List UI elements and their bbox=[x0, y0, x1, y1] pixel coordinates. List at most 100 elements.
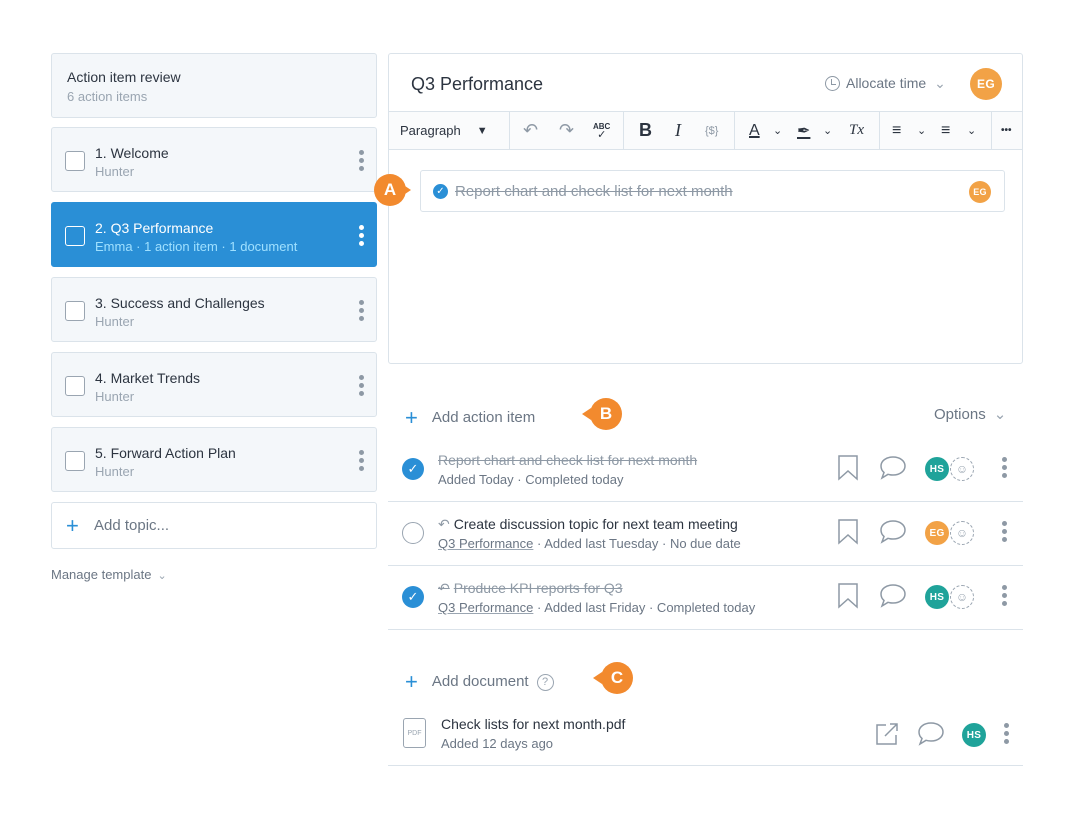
editor-toolbar: Paragraph ▼ ↶ ↷ ABC ✓ B I {$} A ⌄ ✒ ⌄ Tx … bbox=[389, 111, 1022, 150]
chevron-down-icon[interactable]: ⌄ bbox=[773, 112, 782, 149]
add-assignee-icon[interactable]: ☺ bbox=[950, 585, 974, 609]
toolbar-divider bbox=[879, 112, 880, 149]
help-icon[interactable]: ? bbox=[536, 674, 554, 691]
more-icon[interactable]: ••• bbox=[1001, 112, 1012, 149]
check-circle-icon: ✓ bbox=[433, 184, 448, 199]
topic-checkbox[interactable] bbox=[65, 301, 85, 321]
inline-action-item-avatar: EG bbox=[969, 181, 991, 203]
document-row[interactable]: PDF Check lists for next month.pdf Added… bbox=[388, 704, 1023, 766]
agenda-summary-card[interactable]: Action item review 6 action items bbox=[51, 53, 377, 118]
topic-item-forward-action-plan[interactable]: 5. Forward Action Plan Hunter bbox=[51, 427, 377, 492]
topic-item-q3-performance[interactable]: 2. Q3 Performance Emma · 1 action item ·… bbox=[51, 202, 377, 267]
topic-checkbox[interactable] bbox=[65, 151, 85, 171]
topic-editor-panel: Q3 Performance Allocate time ⌄ EG Paragra… bbox=[388, 53, 1023, 364]
callout-marker-a: A bbox=[374, 174, 411, 206]
toolbar-divider bbox=[623, 112, 624, 149]
chevron-down-icon[interactable]: ⌄ bbox=[917, 112, 926, 149]
add-assignee-icon[interactable]: ☺ bbox=[950, 521, 974, 545]
topic-title: 2. Q3 Performance bbox=[95, 220, 214, 236]
open-external-icon[interactable] bbox=[874, 721, 900, 747]
highlight-icon[interactable]: ✒ bbox=[797, 112, 810, 149]
topic-subtitle: Hunter bbox=[95, 464, 135, 479]
comment-icon[interactable] bbox=[917, 721, 945, 747]
toolbar-divider bbox=[991, 112, 992, 149]
chevron-down-icon[interactable]: ⌄ bbox=[823, 112, 832, 149]
more-options-icon[interactable] bbox=[358, 450, 364, 474]
bold-button[interactable]: B bbox=[639, 112, 652, 149]
options-dropdown[interactable]: Options ⌄ bbox=[934, 405, 1006, 423]
bookmark-icon[interactable] bbox=[837, 583, 859, 609]
manage-template-link[interactable]: Manage template ⌄ bbox=[51, 567, 167, 582]
numbered-list-icon[interactable]: ≡ bbox=[941, 112, 950, 149]
add-topic-button[interactable]: + Add topic... bbox=[51, 502, 377, 549]
callout-marker-b: B bbox=[582, 398, 622, 430]
action-item-row[interactable]: ✓ ↶ Produce KPI reports for Q3 Q3 Perform… bbox=[388, 566, 1023, 630]
owner-avatar[interactable]: EG bbox=[970, 68, 1002, 100]
add-document-button[interactable]: + Add document? bbox=[405, 669, 554, 695]
chevron-down-icon[interactable]: ⌄ bbox=[967, 112, 976, 149]
topic-checkbox[interactable] bbox=[65, 376, 85, 396]
bookmark-icon[interactable] bbox=[837, 519, 859, 545]
assignee-avatar[interactable]: HS bbox=[925, 585, 949, 609]
action-item-row[interactable]: ↶ Create discussion topic for next team m… bbox=[388, 502, 1023, 566]
more-options-icon[interactable] bbox=[1002, 457, 1007, 481]
more-options-icon[interactable] bbox=[358, 225, 364, 249]
inline-action-item-text: Report chart and check list for next mon… bbox=[455, 183, 733, 200]
action-item-title[interactable]: Report chart and check list for next mon… bbox=[438, 452, 697, 468]
document-name[interactable]: Check lists for next month.pdf bbox=[441, 716, 625, 732]
bulleted-list-icon[interactable]: ≡ bbox=[892, 112, 901, 149]
topic-checkbox[interactable] bbox=[65, 226, 85, 246]
topic-checkbox[interactable] bbox=[65, 451, 85, 471]
topic-title: 5. Forward Action Plan bbox=[95, 445, 236, 461]
bookmark-icon[interactable] bbox=[837, 455, 859, 481]
action-item-meta: Added Today · Completed today bbox=[438, 472, 624, 487]
comment-icon[interactable] bbox=[879, 519, 907, 545]
paragraph-format-select[interactable]: Paragraph ▼ bbox=[400, 112, 488, 149]
inline-action-item[interactable]: ✓ Report chart and check list for next m… bbox=[420, 170, 1005, 212]
check-circle-icon[interactable]: ✓ bbox=[402, 586, 424, 608]
action-item-row[interactable]: ✓ Report chart and check list for next m… bbox=[388, 438, 1023, 502]
undo-icon[interactable]: ↶ bbox=[523, 112, 538, 149]
redo-icon[interactable]: ↷ bbox=[559, 112, 574, 149]
document-meta: Added 12 days ago bbox=[441, 736, 554, 751]
italic-button[interactable]: I bbox=[675, 112, 681, 149]
more-options-icon[interactable] bbox=[358, 150, 364, 174]
check-circle-icon[interactable]: ✓ bbox=[402, 458, 424, 480]
topic-title: 4. Market Trends bbox=[95, 370, 201, 386]
more-options-icon[interactable] bbox=[1004, 723, 1009, 747]
assignee-avatar[interactable]: HS bbox=[925, 457, 949, 481]
document-owner-avatar[interactable]: HS bbox=[962, 723, 986, 747]
comment-icon[interactable] bbox=[879, 455, 907, 481]
more-options-icon[interactable] bbox=[1002, 585, 1007, 609]
action-item-title[interactable]: ↶ Create discussion topic for next team m… bbox=[438, 516, 738, 533]
undo-icon: ↶ bbox=[438, 516, 450, 532]
comment-icon[interactable] bbox=[879, 583, 907, 609]
action-item-title[interactable]: ↶ Produce KPI reports for Q3 bbox=[438, 580, 623, 597]
topic-item-welcome[interactable]: 1. Welcome Hunter bbox=[51, 127, 377, 192]
action-item-meta: Q3 Performance · Added last Friday · Com… bbox=[438, 600, 755, 615]
plus-icon: + bbox=[405, 669, 418, 694]
add-action-item-button[interactable]: + Add action item bbox=[405, 405, 535, 431]
code-button[interactable]: {$} bbox=[705, 112, 718, 149]
topic-item-success-and-challenges[interactable]: 3. Success and Challenges Hunter bbox=[51, 277, 377, 342]
add-action-item-label: Add action item bbox=[431, 409, 536, 426]
allocate-time-dropdown[interactable]: Allocate time ⌄ bbox=[825, 75, 946, 92]
more-options-icon[interactable] bbox=[1002, 521, 1007, 545]
chevron-down-icon: ⌄ bbox=[993, 406, 1007, 423]
more-options-icon[interactable] bbox=[358, 300, 364, 324]
more-options-icon[interactable] bbox=[358, 375, 364, 399]
action-item-topic-link[interactable]: Q3 Performance bbox=[438, 536, 533, 551]
add-assignee-icon[interactable]: ☺ bbox=[950, 457, 974, 481]
topic-subtitle: Hunter bbox=[95, 389, 135, 404]
spellcheck-icon[interactable]: ABC ✓ bbox=[593, 112, 610, 149]
assignee-avatar[interactable]: EG bbox=[925, 521, 949, 545]
callout-marker-c: C bbox=[593, 662, 633, 694]
empty-circle-icon[interactable] bbox=[402, 522, 424, 544]
topic-item-market-trends[interactable]: 4. Market Trends Hunter bbox=[51, 352, 377, 417]
add-document-label: Add document bbox=[431, 673, 529, 690]
action-item-title-text: Produce KPI reports for Q3 bbox=[453, 580, 623, 596]
action-item-meta: Q3 Performance · Added last Tuesday · No… bbox=[438, 536, 741, 551]
clear-format-button[interactable]: Tx bbox=[849, 112, 864, 149]
font-color-button[interactable]: A bbox=[749, 112, 760, 149]
action-item-topic-link[interactable]: Q3 Performance bbox=[438, 600, 533, 615]
